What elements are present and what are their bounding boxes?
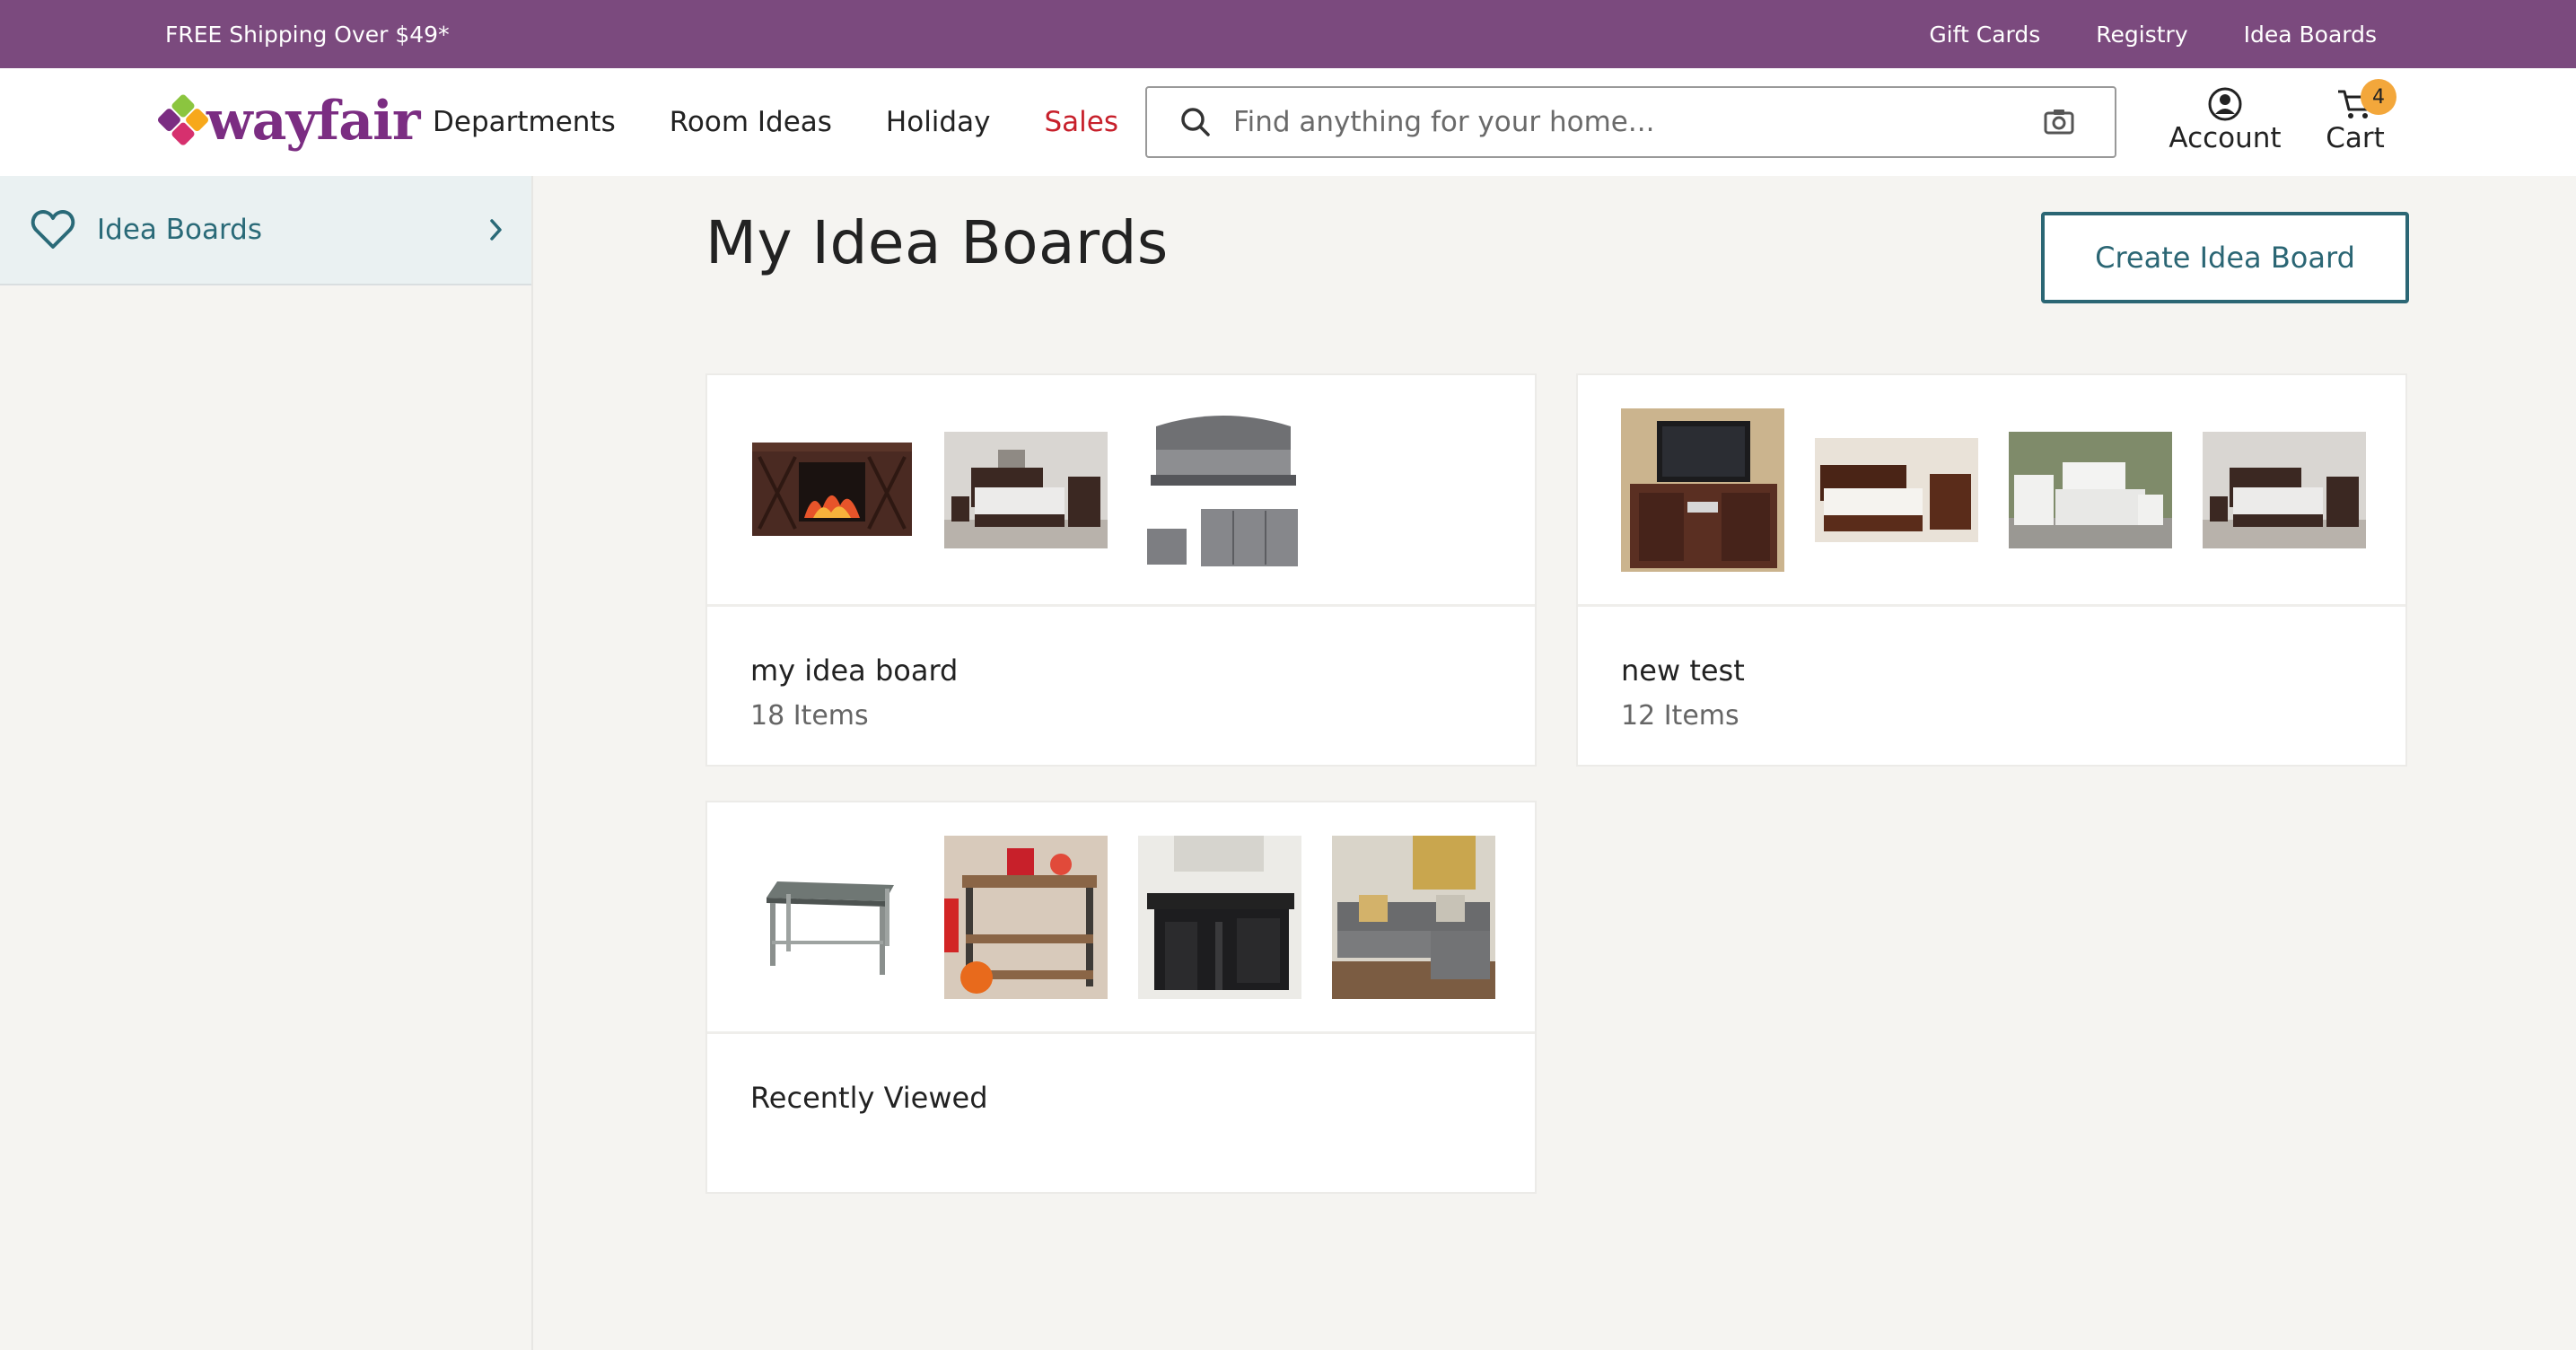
utility-links: Gift Cards Registry Idea Boards bbox=[1929, 22, 2377, 48]
idea-board-card[interactable]: new test 12 Items bbox=[1576, 373, 2407, 767]
logo-wordmark: wayfair bbox=[206, 90, 420, 153]
heart-icon bbox=[31, 210, 75, 249]
bedroom-storage-bed-image bbox=[1815, 408, 1978, 572]
account-icon bbox=[2208, 87, 2242, 121]
sidebar: Idea Boards bbox=[0, 176, 533, 1350]
board-thumbnails bbox=[707, 375, 1535, 607]
create-idea-board-button[interactable]: Create Idea Board bbox=[2041, 212, 2409, 303]
cart-count-badge: 4 bbox=[2361, 79, 2396, 115]
search-bar bbox=[1145, 86, 2116, 158]
page-title: My Idea Boards bbox=[705, 208, 1169, 277]
gray-sectional-sofa-image bbox=[1332, 835, 1495, 999]
idea-boards-link[interactable]: Idea Boards bbox=[2244, 22, 2377, 48]
board-name: Recently Viewed bbox=[750, 1081, 988, 1115]
tv-fireplace-console-image bbox=[750, 408, 914, 572]
board-name: new test bbox=[1621, 653, 1745, 688]
cart-button[interactable]: Cart 4 bbox=[2321, 79, 2396, 163]
nav-room-ideas[interactable]: Room Ideas bbox=[670, 106, 832, 138]
main-nav: Departments Room Ideas Holiday Sales bbox=[433, 106, 1118, 138]
nav-departments[interactable]: Departments bbox=[433, 106, 616, 138]
bedroom-set-image bbox=[944, 408, 1108, 572]
board-thumbnails bbox=[1578, 375, 2405, 607]
account-label: Account bbox=[2169, 122, 2282, 154]
chevron-right-icon bbox=[490, 219, 502, 241]
board-item-count: 12 Items bbox=[1621, 700, 1739, 732]
registry-link[interactable]: Registry bbox=[2096, 22, 2187, 48]
camera-icon[interactable] bbox=[2041, 104, 2077, 140]
dark-bedroom-set-image bbox=[2203, 408, 2366, 572]
white-bedroom-set-image bbox=[2009, 408, 2172, 572]
account-button[interactable]: Account bbox=[2167, 86, 2283, 163]
tv-stand-image bbox=[1621, 408, 1784, 572]
promo-bar: FREE Shipping Over $49* Gift Cards Regis… bbox=[0, 0, 2576, 68]
idea-board-card[interactable]: my idea board 18 Items bbox=[705, 373, 1537, 767]
wayfair-logo[interactable]: wayfair bbox=[156, 90, 420, 153]
nav-holiday[interactable]: Holiday bbox=[886, 106, 991, 138]
board-thumbnails bbox=[707, 802, 1535, 1034]
steel-work-table-image bbox=[750, 836, 914, 999]
board-name: my idea board bbox=[750, 653, 959, 688]
cart-label: Cart bbox=[2326, 122, 2385, 154]
search-icon[interactable] bbox=[1178, 104, 1214, 140]
kitchen-cart-image bbox=[944, 835, 1108, 999]
sidebar-item-label: Idea Boards bbox=[97, 214, 263, 246]
board-item-count: 18 Items bbox=[750, 700, 869, 732]
gift-cards-link[interactable]: Gift Cards bbox=[1929, 22, 2040, 48]
gray-tufted-bed-set-image bbox=[1138, 408, 1301, 572]
idea-board-card[interactable]: Recently Viewed bbox=[705, 801, 1537, 1194]
nav-sales[interactable]: Sales bbox=[1044, 106, 1118, 138]
search-input[interactable] bbox=[1214, 88, 2041, 156]
black-kitchen-island-image bbox=[1138, 835, 1301, 999]
sidebar-item-idea-boards[interactable]: Idea Boards bbox=[0, 176, 531, 285]
free-shipping-text: FREE Shipping Over $49* bbox=[165, 21, 450, 48]
logo-mark-icon bbox=[155, 92, 211, 149]
